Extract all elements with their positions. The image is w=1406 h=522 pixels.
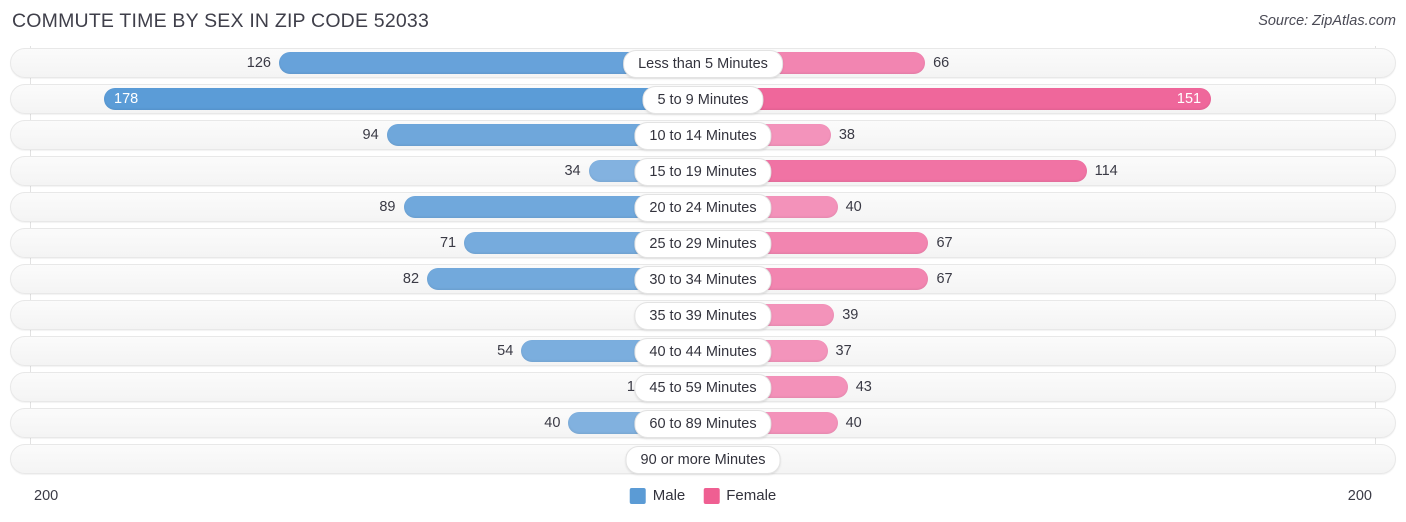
legend-item-female[interactable]: Female: [703, 487, 776, 504]
category-label-pill: 40 to 44 Minutes: [634, 338, 772, 366]
value-label-male: 14: [565, 372, 643, 402]
category-label-pill: 5 to 9 Minutes: [642, 86, 764, 114]
value-label-female: 67: [936, 235, 953, 251]
chart-row: 126 66 Less than 5 Minutes: [0, 48, 1406, 78]
category-label-pill: Less than 5 Minutes: [623, 50, 783, 78]
chart-row: 71 67 25 to 29 Minutes: [0, 228, 1406, 258]
legend-swatch-female-icon: [703, 487, 720, 504]
axis-max-right: 200: [1347, 488, 1372, 504]
value-label-male: 178: [114, 91, 139, 107]
bar-female[interactable]: [703, 88, 1212, 110]
category-label-pill: 60 to 89 Minutes: [634, 410, 772, 438]
category-label-pill: 30 to 34 Minutes: [634, 266, 772, 294]
axis-max-left: 200: [34, 488, 59, 504]
chart-legend: Male Female: [629, 487, 776, 504]
chart-row: 16090 or more Minutes: [0, 444, 1406, 474]
value-label-female: 151: [1176, 91, 1202, 107]
category-label-pill: 15 to 19 Minutes: [634, 158, 772, 186]
value-label-female: 67: [936, 271, 953, 287]
value-label-male: 82: [402, 271, 420, 287]
chart-row: 14 43 45 to 59 Minutes: [0, 372, 1406, 402]
chart-footer: 200 200 Male Female: [0, 484, 1406, 522]
chart-row: 94 38 10 to 14 Minutes: [0, 120, 1406, 150]
chart-header: COMMUTE TIME BY SEX IN ZIP CODE 52033 So…: [0, 0, 1406, 44]
chart-row: 89 40 20 to 24 Minutes: [0, 192, 1406, 222]
value-label-male: 126: [246, 55, 271, 71]
category-label-pill: 35 to 39 Minutes: [634, 302, 772, 330]
chart-row: 82 67 30 to 34 Minutes: [0, 264, 1406, 294]
category-label-pill: 10 to 14 Minutes: [634, 122, 772, 150]
category-label-pill: 25 to 29 Minutes: [634, 230, 772, 258]
source-attribution: Source: ZipAtlas.com: [1258, 13, 1396, 29]
legend-label-male: Male: [652, 487, 686, 504]
category-label-pill: 90 or more Minutes: [625, 446, 781, 474]
category-label-pill: 45 to 59 Minutes: [634, 374, 772, 402]
legend-swatch-male-icon: [629, 487, 646, 504]
value-label-male: 34: [564, 163, 581, 179]
value-label-female: 66: [933, 55, 950, 71]
chart-plot-area: 126 66 Less than 5 Minutes 178 151 5 to 9 Min…: [0, 46, 1406, 484]
chart-row: 178 151 5 to 9 Minutes: [0, 84, 1406, 114]
chart-row: 0 39 35 to 39 Minutes: [0, 300, 1406, 330]
value-label-male: 0: [565, 300, 643, 330]
value-label-female: 43: [855, 379, 872, 395]
value-label-female: 40: [845, 415, 862, 431]
value-label-male: 94: [362, 127, 379, 143]
chart-row: 34 114 15 to 19 Minutes: [0, 156, 1406, 186]
value-label-female: 40: [845, 199, 862, 215]
bar-rows-container: 126 66 Less than 5 Minutes 178 151 5 to 9 Min…: [0, 48, 1406, 480]
value-label-male: 89: [379, 199, 396, 215]
category-label-pill: 20 to 24 Minutes: [634, 194, 772, 222]
value-label-female: 37: [835, 343, 852, 359]
chart-row: 54 37 40 to 44 Minutes: [0, 336, 1406, 366]
chart-row: 40 40 60 to 89 Minutes: [0, 408, 1406, 438]
legend-label-female: Female: [726, 487, 777, 504]
bar-male[interactable]: [104, 88, 703, 110]
page-title: COMMUTE TIME BY SEX IN ZIP CODE 52033: [12, 10, 430, 32]
legend-item-male[interactable]: Male: [629, 487, 686, 504]
value-label-female: 39: [842, 307, 859, 323]
value-label-female: 114: [1094, 163, 1118, 179]
value-label-male: 71: [439, 235, 457, 251]
value-label-female: 38: [838, 127, 855, 143]
value-label-male: 40: [544, 415, 561, 431]
value-label-male: 54: [497, 343, 514, 359]
